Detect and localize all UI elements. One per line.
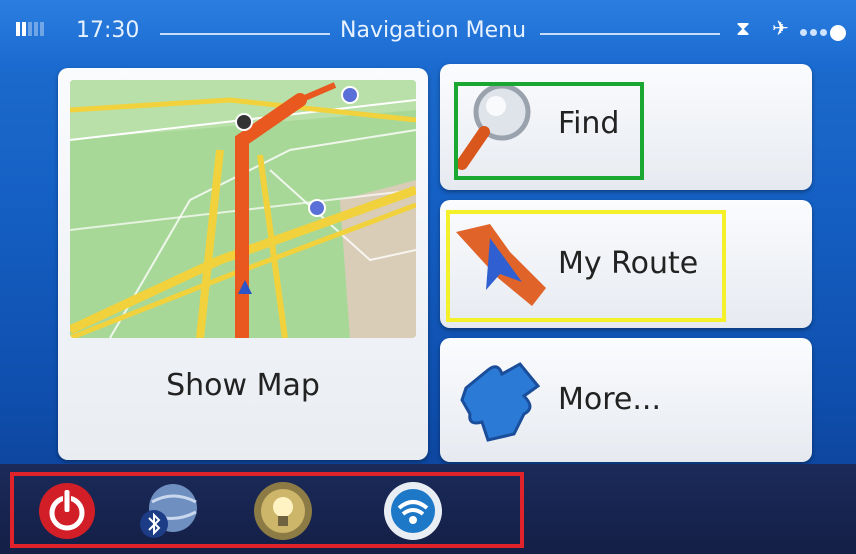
status-bar: 17:30 Navigation Menu ⧗ ✈: [0, 0, 856, 70]
show-map-label: Show Map: [166, 368, 320, 403]
quick-bar-highlight-box: [10, 472, 524, 548]
clock-time: 17:30: [76, 18, 140, 43]
more-button[interactable]: More...: [440, 338, 812, 462]
map-graphic: [70, 80, 416, 338]
screen-title: Navigation Menu: [340, 18, 527, 43]
satellite-icon: ✈: [772, 16, 789, 40]
map-preview: [70, 80, 416, 338]
my-route-highlight-box: [446, 210, 726, 322]
more-label: More...: [558, 382, 661, 417]
battery-icon: [16, 20, 54, 38]
title-divider-right: [540, 33, 720, 35]
puzzle-icon: [460, 362, 541, 442]
gps-signal-icon: [800, 22, 849, 41]
show-map-button[interactable]: Show Map: [58, 68, 428, 460]
title-divider-left: [160, 33, 330, 35]
hourglass-icon: ⧗: [736, 16, 751, 40]
find-highlight-box: [454, 82, 644, 180]
navigation-screen: 17:30 Navigation Menu ⧗ ✈ Show Map Find …: [0, 0, 856, 554]
